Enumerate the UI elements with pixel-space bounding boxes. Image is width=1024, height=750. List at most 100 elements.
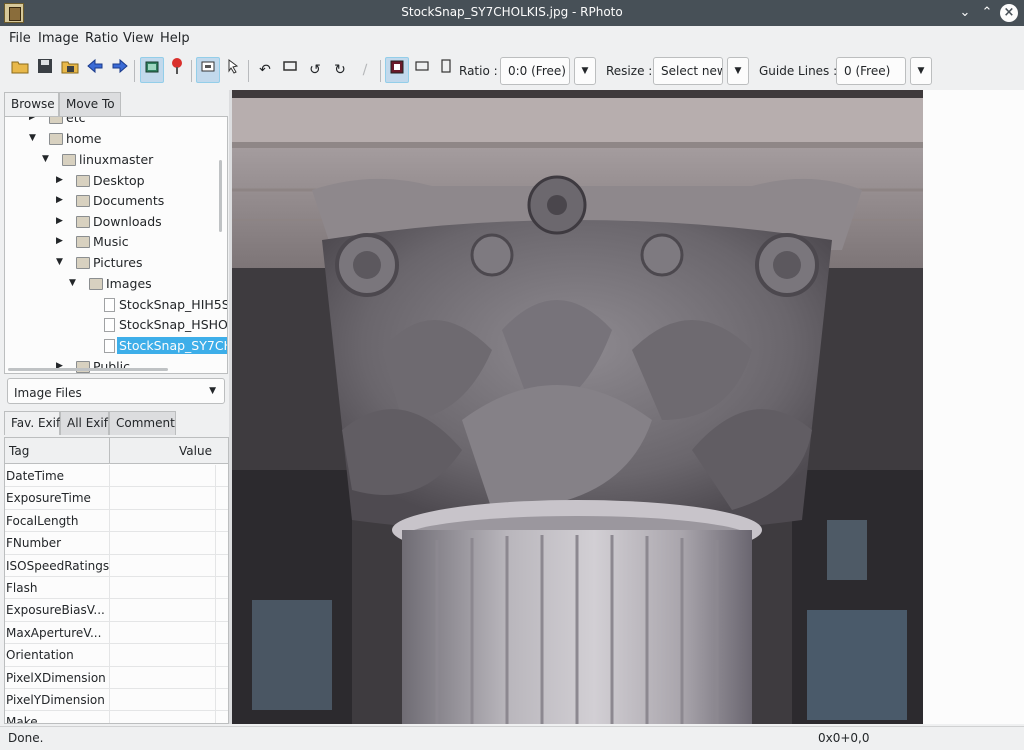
guide-lines-label: Guide Lines : xyxy=(759,64,838,78)
table-row[interactable]: Make xyxy=(5,711,228,723)
minimize-icon[interactable]: ⌄ xyxy=(956,4,974,22)
menu-view[interactable]: View xyxy=(123,31,154,46)
folder-icon xyxy=(76,195,90,207)
table-row[interactable]: DateTime xyxy=(5,465,228,488)
tab-all-exif[interactable]: All Exif xyxy=(60,411,109,435)
folder-icon xyxy=(76,361,90,373)
table-row[interactable]: PixelYDimension xyxy=(5,689,228,712)
table-row[interactable]: MaxApertureV... xyxy=(5,621,228,645)
table-row[interactable]: FocalLength xyxy=(5,509,228,533)
table-row[interactable]: ISOSpeedRatings xyxy=(5,554,228,577)
portrait-icon[interactable] xyxy=(436,57,456,83)
tree-label: Public xyxy=(93,359,130,374)
collapse-arrow-icon[interactable]: ▼ xyxy=(29,133,39,145)
save-as-icon[interactable] xyxy=(58,57,82,83)
previous-icon[interactable] xyxy=(83,57,107,83)
column-header-value[interactable]: Value xyxy=(179,444,212,458)
collapse-arrow-icon[interactable]: ▼ xyxy=(56,257,66,269)
expand-arrow-icon[interactable]: ▶ xyxy=(29,117,39,124)
expand-arrow-icon[interactable]: ▶ xyxy=(56,361,66,373)
ratio-combo[interactable]: 0:0 (Free) xyxy=(500,57,570,85)
column-header-tag[interactable]: Tag xyxy=(9,444,29,458)
tab-fav-exif[interactable]: Fav. Exif xyxy=(4,411,60,435)
tree-item-public[interactable]: ▶ Public xyxy=(5,358,225,374)
guide-lines-dropdown-icon[interactable]: ▼ xyxy=(910,57,932,85)
save-icon[interactable] xyxy=(33,57,57,83)
tree-item-desktop[interactable]: ▶ Desktop xyxy=(5,172,225,192)
next-icon[interactable] xyxy=(108,57,132,83)
tree-item-documents[interactable]: ▶ Documents xyxy=(5,192,225,212)
tree-label: etc xyxy=(66,116,86,125)
resize-label: Resize : xyxy=(606,64,653,78)
tree-label: StockSnap_HSHO6Z xyxy=(119,317,228,332)
crop-tool-icon[interactable] xyxy=(196,57,220,83)
menu-image[interactable]: Image xyxy=(38,31,79,46)
file-filter-select[interactable]: Image Files ▼ xyxy=(7,378,225,404)
folder-tree[interactable]: ▶ etc ▼ home ▼ linuxmaster ▶ Desktop ▶ D… xyxy=(4,116,228,374)
exif-tag-cell: ISOSpeedRatings xyxy=(6,558,110,573)
expand-arrow-icon[interactable]: ▶ xyxy=(56,195,66,207)
photo-preview[interactable] xyxy=(232,90,923,724)
pin-icon[interactable] xyxy=(165,57,189,83)
fit-window-icon[interactable] xyxy=(140,57,164,83)
tree-item-linuxmaster[interactable]: ▼ linuxmaster xyxy=(5,151,225,171)
image-viewer[interactable] xyxy=(232,90,1024,724)
tree-label: Pictures xyxy=(93,255,143,270)
folder-icon xyxy=(76,257,90,269)
table-row[interactable]: PixelXDimension xyxy=(5,666,228,689)
tab-move-to[interactable]: Move To xyxy=(59,92,121,116)
tree-item-downloads[interactable]: ▶ Downloads xyxy=(5,213,225,233)
tree-item-images[interactable]: ▼ Images xyxy=(5,275,225,295)
table-row[interactable]: ExposureTime xyxy=(5,487,228,510)
expand-arrow-icon[interactable]: ▶ xyxy=(56,236,66,248)
crop-frame-icon[interactable] xyxy=(385,57,409,83)
expand-arrow-icon[interactable]: ▶ xyxy=(56,216,66,228)
menu-file[interactable]: File xyxy=(9,31,31,46)
frame-icon[interactable] xyxy=(278,57,302,83)
file-icon xyxy=(104,318,115,332)
table-row[interactable]: FNumber xyxy=(5,532,228,555)
expand-arrow-icon[interactable]: ▶ xyxy=(56,175,66,187)
tree-item-file[interactable]: StockSnap_HSHO6Z xyxy=(5,316,228,336)
tree-horizontal-scrollbar[interactable] xyxy=(8,368,168,371)
menu-help[interactable]: Help xyxy=(160,31,190,46)
collapse-arrow-icon[interactable]: ▼ xyxy=(69,278,79,290)
tab-browse[interactable]: Browse xyxy=(4,92,59,116)
folder-icon xyxy=(49,133,63,145)
table-row[interactable]: ExposureBiasV... xyxy=(5,599,228,622)
close-icon[interactable]: × xyxy=(1000,4,1018,22)
open-folder-icon[interactable] xyxy=(8,57,32,83)
file-icon xyxy=(104,339,115,353)
file-filter-value: Image Files xyxy=(14,386,82,400)
table-row[interactable]: Orientation xyxy=(5,644,228,667)
tree-label: home xyxy=(66,131,102,146)
maximize-icon[interactable]: ⌃ xyxy=(978,4,996,22)
tab-comment[interactable]: Comment xyxy=(109,411,176,435)
guide-lines-combo[interactable]: 0 (Free) xyxy=(836,57,906,85)
tree-item-file[interactable]: StockSnap_HIH5SPV xyxy=(5,296,227,316)
toolbar: ↶ ↺ ↻ ∕ Ratio : 0:0 (Free) ▼ Resize : Se… xyxy=(0,52,1024,90)
exif-tag-cell: MaxApertureV... xyxy=(6,625,102,640)
ratio-dropdown-icon[interactable]: ▼ xyxy=(574,57,596,85)
menu-ratio[interactable]: Ratio xyxy=(85,31,118,46)
tree-item-music[interactable]: ▶ Music xyxy=(5,233,225,253)
tree-item-file-selected[interactable]: StockSnap_SY7CHO xyxy=(5,337,227,357)
exif-table[interactable]: Tag Value DateTime ExposureTime FocalLen… xyxy=(4,437,229,724)
tree-label: Downloads xyxy=(93,214,162,229)
tree-item-etc[interactable]: ▶ etc xyxy=(5,116,225,129)
tree-item-pictures[interactable]: ▼ Pictures xyxy=(5,254,225,274)
select-tool-icon[interactable] xyxy=(222,57,246,83)
exif-tag-cell: FocalLength xyxy=(6,513,79,528)
rotate-left-icon[interactable]: ↺ xyxy=(303,57,327,83)
tree-vertical-scrollbar[interactable] xyxy=(219,160,222,232)
resize-dropdown-icon[interactable]: ▼ xyxy=(727,57,749,85)
table-row[interactable]: Flash xyxy=(5,577,228,600)
tree-item-home[interactable]: ▼ home xyxy=(5,130,225,150)
collapse-arrow-icon[interactable]: ▼ xyxy=(42,154,52,166)
landscape-icon[interactable] xyxy=(410,57,434,83)
resize-combo[interactable]: Select new xyxy=(653,57,723,85)
undo-icon[interactable]: ↶ xyxy=(253,57,277,83)
rotate-right-icon[interactable]: ↻ xyxy=(328,57,352,83)
tree-label: StockSnap_SY7CHO xyxy=(117,337,227,354)
exif-tag-cell: DateTime xyxy=(6,469,65,483)
